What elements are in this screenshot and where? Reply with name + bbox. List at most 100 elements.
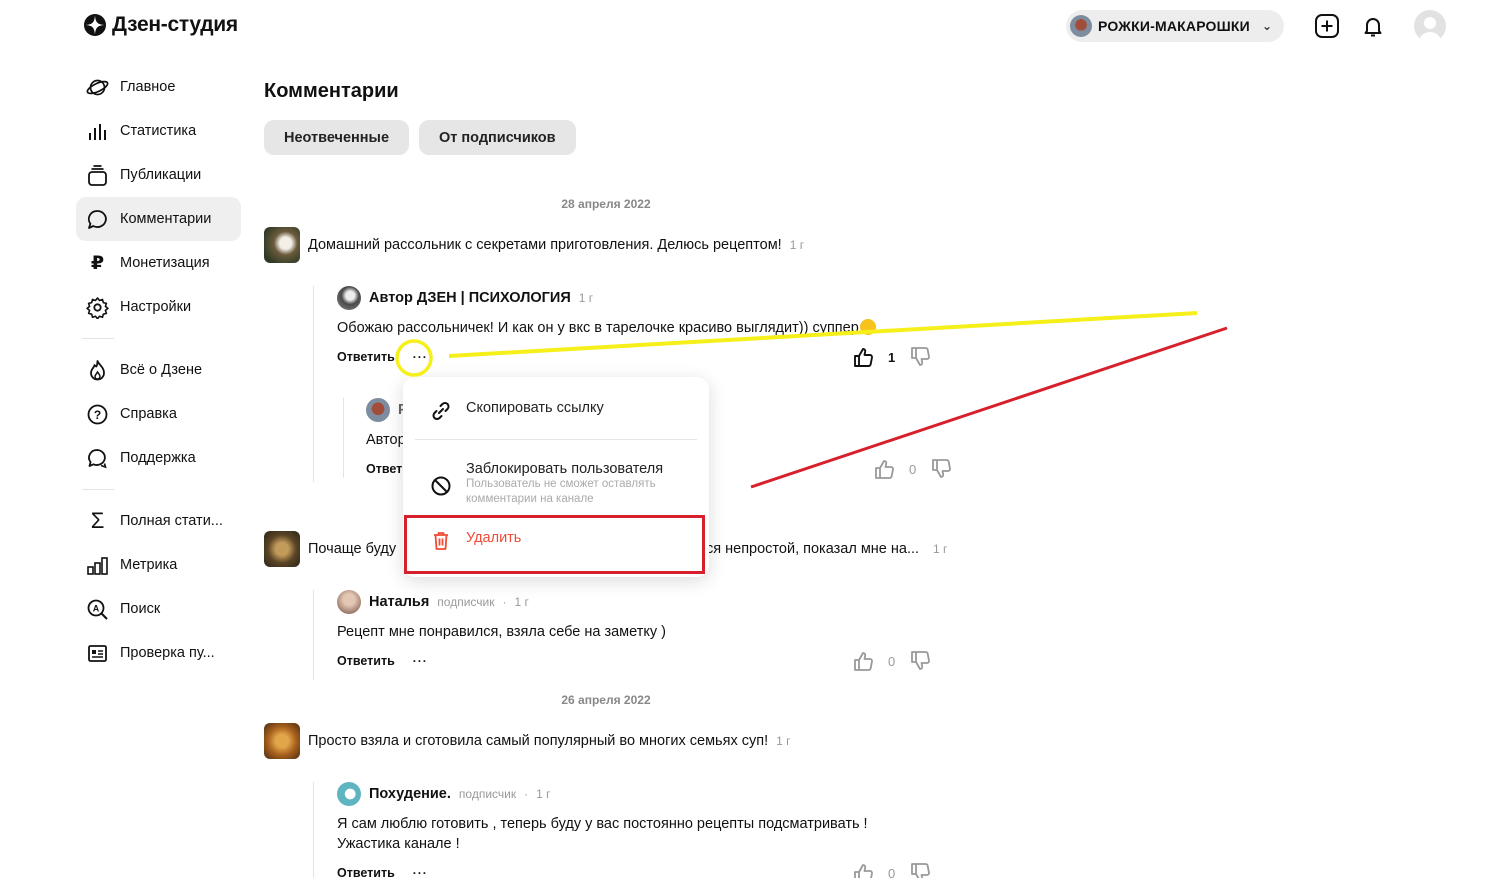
reply-button[interactable]: Ответить xyxy=(337,654,395,668)
filter-unanswered[interactable]: Неотвеченные xyxy=(264,120,410,155)
red-annotation-line xyxy=(750,326,1228,489)
post-row[interactable]: Домашний рассольник с секретами приготов… xyxy=(264,227,804,263)
dislike-icon[interactable] xyxy=(909,862,931,878)
post-row[interactable]: Просто взяла и сготовила самый популярны… xyxy=(264,723,791,759)
sidebar-item-label: Полная стати... xyxy=(120,513,223,529)
channel-switcher[interactable]: РОЖКИ-МАКАРОШКИ ⌄ xyxy=(1066,10,1285,42)
sidebar-item-full-stats[interactable]: Σ Полная стати... xyxy=(76,499,241,543)
comment-text: Я сам люблю готовить , теперь буду у вас… xyxy=(337,814,868,854)
like-filled-icon[interactable] xyxy=(852,346,874,368)
sidebar-divider xyxy=(82,489,114,490)
sidebar-item-metrika[interactable]: Метрика xyxy=(76,543,241,587)
sidebar-item-search[interactable]: A Поиск xyxy=(76,587,241,631)
date-separator: 26 апреля 2022 xyxy=(561,693,651,707)
sidebar-item-about-dzen[interactable]: Всё о Дзене xyxy=(76,348,241,392)
sidebar-item-label: Проверка пу... xyxy=(120,645,215,661)
dislike-icon[interactable] xyxy=(930,458,952,480)
sidebar-divider xyxy=(82,338,114,339)
filter-from-subscribers[interactable]: От подписчиков xyxy=(419,120,576,155)
comment-age: 1 г xyxy=(578,291,594,305)
menu-item-block-user[interactable]: Заблокировать пользователя Пользователь … xyxy=(403,461,709,507)
post-title: Просто взяла и сготовила самый популярны… xyxy=(308,733,769,749)
channel-name: РОЖКИ-МАКАРОШКИ xyxy=(1098,18,1250,34)
more-button[interactable]: ··· xyxy=(413,350,428,364)
comment-text: Рецепт мне понравился, взяла себе на зам… xyxy=(337,624,666,640)
grinning-emoji-icon xyxy=(859,319,876,335)
sidebar-item-support[interactable]: Поддержка xyxy=(76,436,241,480)
sidebar-item-label: Статистика xyxy=(120,123,197,139)
comment-age: 1 г xyxy=(514,595,529,609)
more-button[interactable]: ··· xyxy=(413,866,428,878)
reply-button[interactable]: Ответить xyxy=(337,350,395,364)
support-chat-icon xyxy=(86,447,109,470)
create-button[interactable] xyxy=(1310,9,1344,43)
comment-header: Наталья подписчик · 1 г xyxy=(337,590,529,614)
comment-header: Автор ДЗЕН | ПСИХОЛОГИЯ 1 г xyxy=(337,286,593,310)
sidebar-item-publication-check[interactable]: Проверка пу... xyxy=(76,631,241,675)
comment-age-dot: · xyxy=(502,595,507,609)
like-count: 0 xyxy=(888,865,896,878)
subscriber-label: подписчик xyxy=(437,595,495,609)
bar-chart-icon xyxy=(86,120,109,143)
dislike-icon[interactable] xyxy=(909,346,931,368)
reply-button[interactable]: Ответ xyxy=(366,462,402,476)
comment-bubble-icon xyxy=(86,208,109,231)
flame-icon xyxy=(86,359,109,382)
sidebar-item-main[interactable]: Главное xyxy=(76,65,241,109)
more-button[interactable]: ··· xyxy=(413,654,428,668)
comment-text-content: Обожаю рассольничек! И как он у вкс в та… xyxy=(337,320,859,336)
like-icon[interactable] xyxy=(873,458,895,480)
link-icon xyxy=(432,401,450,421)
menu-divider xyxy=(415,439,697,440)
sidebar-item-comments[interactable]: Комментарии xyxy=(76,197,241,241)
menu-item-label: Заблокировать пользователя xyxy=(466,461,664,477)
ruble-icon: ₽ xyxy=(90,252,105,274)
search-icon: A xyxy=(86,598,109,621)
page-title: Комментарии xyxy=(264,80,399,102)
notifications-button[interactable] xyxy=(1356,9,1390,43)
user-avatar[interactable] xyxy=(1414,10,1447,42)
avatar[interactable] xyxy=(337,590,361,614)
thread-line xyxy=(313,782,314,878)
reply-button[interactable]: Ответить xyxy=(337,866,395,878)
comment-votes: 0 xyxy=(852,650,931,672)
comment-actions: Ответить ··· xyxy=(337,866,428,878)
sidebar-item-label: Всё о Дзене xyxy=(120,362,203,378)
like-icon[interactable] xyxy=(852,862,874,878)
thread-line xyxy=(313,286,314,482)
sidebar-item-label: Справка xyxy=(120,406,177,422)
comment-text: Обожаю рассольничек! И как он у вкс в та… xyxy=(337,318,876,338)
sidebar-item-statistics[interactable]: Статистика xyxy=(76,109,241,153)
sidebar-item-label: Монетизация xyxy=(120,255,210,271)
comment-age-dot: · xyxy=(524,787,529,801)
user-placeholder-icon xyxy=(1419,17,1442,42)
comment-text-line: Я сам люблю готовить , теперь буду у вас… xyxy=(337,816,868,832)
post-title: Домашний рассольник с секретами приготов… xyxy=(308,237,782,253)
block-icon xyxy=(431,476,451,496)
comment-author[interactable]: Автор ДЗЕН | ПСИХОЛОГИЯ xyxy=(369,290,571,306)
channel-avatar xyxy=(1070,15,1092,37)
post-thumbnail xyxy=(264,227,300,263)
sidebar-item-settings[interactable]: Настройки xyxy=(76,285,241,329)
menu-item-copy-link[interactable]: Скопировать ссылку xyxy=(403,400,709,422)
post-row[interactable]: Почаще буду ся непростой, показал мне на… xyxy=(264,531,947,567)
avatar[interactable] xyxy=(366,398,390,422)
comment-age: 1 г xyxy=(536,787,551,801)
avatar[interactable] xyxy=(337,782,361,806)
sidebar-item-publications[interactable]: Публикации xyxy=(76,153,241,197)
dislike-icon[interactable] xyxy=(909,650,931,672)
sidebar-item-label: Комментарии xyxy=(120,211,212,227)
comment-author[interactable]: Наталья xyxy=(369,594,429,610)
dzen-studio-logo[interactable]: Дзен-студия xyxy=(84,13,238,37)
svg-text:A: A xyxy=(93,603,100,613)
sidebar-item-label: Настройки xyxy=(120,299,192,315)
like-icon[interactable] xyxy=(852,650,874,672)
sidebar-item-help[interactable]: ? Справка xyxy=(76,392,241,436)
like-count: 0 xyxy=(888,653,896,669)
comment-author[interactable]: Похудение. xyxy=(369,786,451,802)
sidebar-item-monetization[interactable]: ₽ Монетизация xyxy=(76,241,241,285)
comment-filters: Неотвеченные От подписчиков xyxy=(264,120,576,155)
menu-item-label: Скопировать ссылку xyxy=(466,400,604,416)
avatar[interactable] xyxy=(337,286,361,310)
like-count: 1 xyxy=(888,349,896,365)
